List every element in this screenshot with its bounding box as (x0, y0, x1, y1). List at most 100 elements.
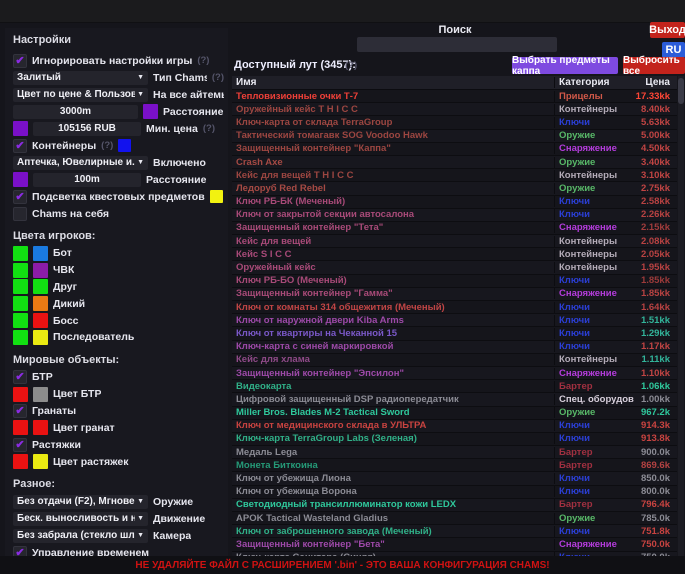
loot-item-category: Снаряжение (554, 222, 634, 233)
color-swatch[interactable] (13, 330, 28, 345)
loot-table-row[interactable]: Ключ-карта от склада TerraGroupКлючи5.63… (232, 116, 677, 129)
loot-table-row[interactable]: Miller Bros. Blades M-2 Tactical SwordОр… (232, 407, 677, 420)
loot-table-row[interactable]: Ключ-карта TerraGroup Labs (Зеленая)Ключ… (232, 433, 677, 446)
checkbox[interactable]: ✔ (13, 438, 27, 452)
loot-table-row[interactable]: Защищенный контейнер "Каппа"Снаряжение4.… (232, 143, 677, 156)
dropdown-select[interactable]: Без отдачи (F2), Мгновенное п▼ (13, 495, 148, 509)
color-swatch[interactable] (33, 387, 48, 402)
dropdown-select[interactable]: Залитый▼ (13, 71, 148, 85)
color-swatch[interactable] (13, 246, 28, 261)
loot-table-row[interactable]: Ледоруб Red RebelОружие2.75kk (232, 182, 677, 195)
loot-table-row[interactable]: Ключ от закрытой секции автосалонаКлючи2… (232, 209, 677, 222)
dropdown-select[interactable]: Без забрала (стекло шлема)▼ (13, 529, 148, 543)
loot-table-row[interactable]: Оружейный кейсКонтейнеры1.95kk (232, 261, 677, 274)
loot-item-category: Бартер (554, 460, 634, 471)
drop-all-button[interactable]: Выбросить все (623, 57, 685, 74)
checkbox[interactable]: ✔ (13, 139, 27, 153)
loot-table-row[interactable]: Защищенный контейнер "Эпсилон"Снаряжение… (232, 367, 677, 380)
color-swatch[interactable] (118, 139, 131, 152)
loot-table-row[interactable]: Ключ от убежища ЛионаКлючи850.0k (232, 472, 677, 485)
loot-table-row[interactable]: Защищенный контейнер "Гамма"Снаряжение1.… (232, 288, 677, 301)
checkbox-label: Подсветка квестовых предметов (32, 191, 205, 203)
select-kappa-items-button[interactable]: Выбрать предметы каппа (512, 57, 618, 74)
dropdown-value: Без отдачи (F2), Мгновенное п (17, 496, 135, 507)
window-title-strip (0, 0, 685, 23)
checkbox[interactable] (13, 207, 27, 221)
color-swatch[interactable] (13, 263, 28, 278)
color-swatch[interactable] (33, 313, 48, 328)
color-swatch[interactable] (13, 121, 28, 136)
loot-table-row[interactable]: Ключ от медицинского склада в УЛЬТРАКлюч… (232, 420, 677, 433)
color-swatch[interactable] (210, 190, 223, 203)
loot-table-row[interactable]: Ключ РБ-БО (Меченый)Ключи1.85kk (232, 275, 677, 288)
loot-table-row[interactable]: Защищенный контейнер "Бета"Снаряжение750… (232, 538, 677, 551)
loot-table-row[interactable]: Crash AxeОружие3.40kk (232, 156, 677, 169)
loot-table-row[interactable]: Ключ от убежища ВоронаКлючи800.0k (232, 486, 677, 499)
loot-table-row[interactable]: APOK Tactical Wasteland GladiusОружие785… (232, 512, 677, 525)
loot-table-row[interactable]: Ключ от заброшенного завода (Меченый)Клю… (232, 525, 677, 538)
color-swatch[interactable] (13, 296, 28, 311)
loot-table-row[interactable]: Цифровой защищенный DSP радиопередатчикС… (232, 393, 677, 406)
loot-table-row[interactable]: Ключ РБ-БК (Меченый)Ключи2.58kk (232, 196, 677, 209)
loot-table-scrollbar[interactable] (678, 76, 684, 556)
loot-table-row[interactable]: Ключ от квартиры на Чеканной 15Ключи1.29… (232, 327, 677, 340)
dropdown-select[interactable]: Беск. выносливость и нет устал▼ (13, 512, 148, 526)
color-swatch[interactable] (33, 454, 48, 469)
loot-item-price: 796.4k (634, 499, 677, 510)
settings-row: Цвет БТР (5, 386, 228, 403)
loot-table-row[interactable]: Оружейный кейс T H I C CКонтейнеры8.40kk (232, 103, 677, 116)
color-swatch[interactable] (33, 420, 48, 435)
settings-row: Бот (5, 245, 228, 262)
color-swatch[interactable] (13, 387, 28, 402)
loot-table-row[interactable]: Кейс для вещей T H I C CКонтейнеры3.10kk (232, 169, 677, 182)
scrollbar-thumb[interactable] (678, 78, 684, 104)
loot-item-category: Ключи (554, 420, 634, 431)
loot-table-row[interactable]: ВидеокартаБартер1.06kk (232, 380, 677, 393)
help-hint: (?) (212, 72, 224, 83)
color-swatch[interactable] (33, 263, 48, 278)
settings-row: ЧВК (5, 262, 228, 279)
loot-table-row[interactable]: Ключ от комнаты 314 общежития (Меченый)К… (232, 301, 677, 314)
text-input[interactable]: 100m (33, 173, 141, 187)
checkbox[interactable]: ✔ (13, 190, 27, 204)
color-swatch[interactable] (13, 454, 28, 469)
search-input[interactable] (357, 37, 557, 52)
loot-item-category: Ключи (554, 526, 634, 537)
loot-item-name: Оружейный кейс (232, 262, 554, 273)
loot-table-row[interactable]: Кейс S I C CКонтейнеры2.05kk (232, 248, 677, 261)
text-input[interactable]: 105156 RUB (33, 122, 141, 136)
loot-table-row[interactable]: Светодиодный трансиллюминатор кожи LEDXБ… (232, 499, 677, 512)
color-swatch[interactable] (13, 172, 28, 187)
loot-table-row[interactable]: Тепловизионные очки Т-7Прицелы17.33kk (232, 90, 677, 103)
color-swatch[interactable] (143, 104, 158, 119)
dropdown-select[interactable]: Аптечка, Ювелирные и...▼ (13, 156, 148, 170)
loot-table-row[interactable]: Ключ от наружной двери Kiba ArmsКлючи1.5… (232, 314, 677, 327)
color-swatch[interactable] (33, 296, 48, 311)
loot-item-name: Оружейный кейс T H I C C (232, 104, 554, 115)
color-swatch[interactable] (13, 420, 28, 435)
loot-table-row[interactable]: Монета БиткоинаБартер869.6k (232, 459, 677, 472)
color-swatch[interactable] (13, 279, 28, 294)
settings-row: ✔БТР (5, 369, 228, 386)
loot-table-row[interactable]: Кейс для вещейКонтейнеры2.08kk (232, 235, 677, 248)
color-swatch[interactable] (33, 279, 48, 294)
loot-item-category: Ключи (554, 196, 634, 207)
checkbox[interactable]: ✔ (13, 370, 27, 384)
loot-item-name: Тепловизионные очки Т-7 (232, 91, 554, 102)
color-swatch[interactable] (13, 313, 28, 328)
loot-table-row[interactable]: Ключ-карта с синей маркировкойКлючи1.17k… (232, 341, 677, 354)
color-swatch[interactable] (33, 246, 48, 261)
checkbox[interactable]: ✔ (13, 404, 27, 418)
checkbox[interactable]: ✔ (13, 54, 27, 68)
color-swatch[interactable] (33, 330, 48, 345)
loot-table-row[interactable]: Медаль LegaБартер900.0k (232, 446, 677, 459)
loot-table-row[interactable]: Защищенный контейнер "Тета"Снаряжение2.1… (232, 222, 677, 235)
loot-table-row[interactable]: Тактический томагавк SOG Voodoo HawkОруж… (232, 130, 677, 143)
loot-item-price: 1.10kk (634, 368, 677, 379)
color-row-label: ЧВК (53, 264, 74, 276)
text-input[interactable]: 3000m (13, 105, 138, 119)
exit-button[interactable]: Выход (650, 22, 685, 38)
loot-table-row[interactable]: Кейс для хламаКонтейнеры1.11kk (232, 354, 677, 367)
settings-row: ✔Игнорировать настройки игры(?) (5, 52, 228, 69)
dropdown-select[interactable]: Цвет по цене & Пользовательски▼ (13, 88, 148, 102)
